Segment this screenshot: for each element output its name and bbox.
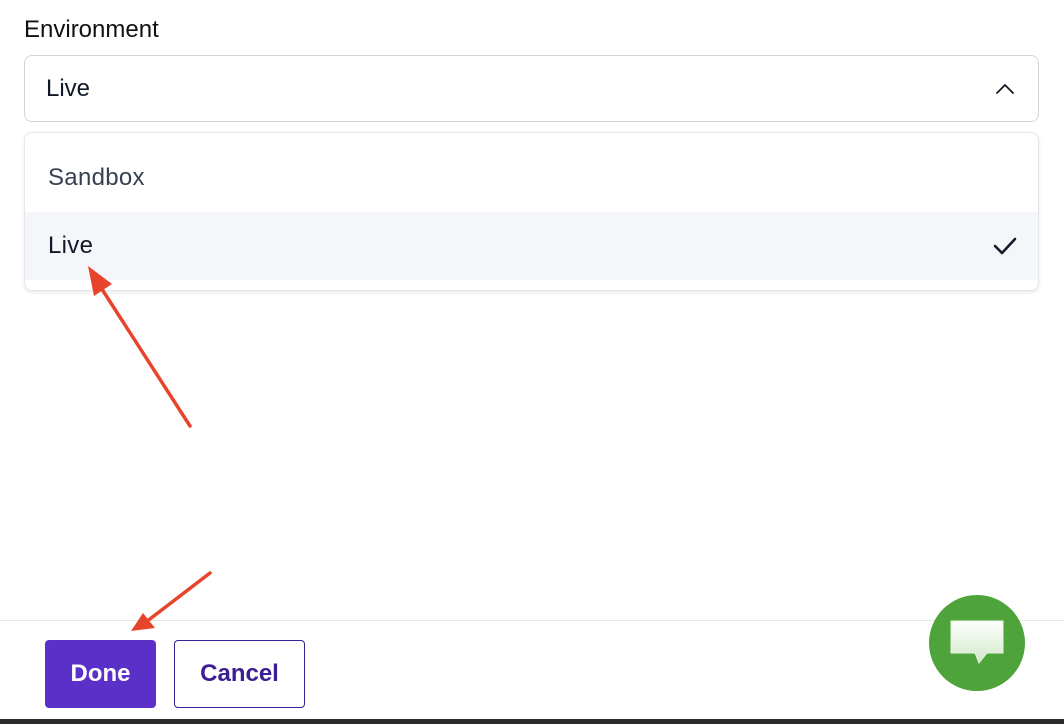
bottom-edge-bar xyxy=(0,719,1064,724)
chat-bubble-icon xyxy=(950,620,1004,664)
environment-select-value: Live xyxy=(46,75,91,102)
checkmark-icon xyxy=(993,237,1017,255)
option-live[interactable]: Live xyxy=(25,212,1038,280)
cancel-button[interactable]: Cancel xyxy=(174,640,305,708)
option-label: Live xyxy=(48,232,94,259)
environment-select[interactable]: Live xyxy=(24,55,1039,122)
chevron-up-icon xyxy=(996,84,1014,94)
option-sandbox[interactable]: Sandbox xyxy=(25,144,1038,212)
chat-widget-button[interactable] xyxy=(929,595,1025,691)
footer-divider xyxy=(0,620,1064,621)
option-label: Sandbox xyxy=(48,164,145,191)
environment-label: Environment xyxy=(24,16,159,43)
environment-dropdown-menu: Sandbox Live xyxy=(24,132,1039,291)
done-button[interactable]: Done xyxy=(45,640,156,708)
